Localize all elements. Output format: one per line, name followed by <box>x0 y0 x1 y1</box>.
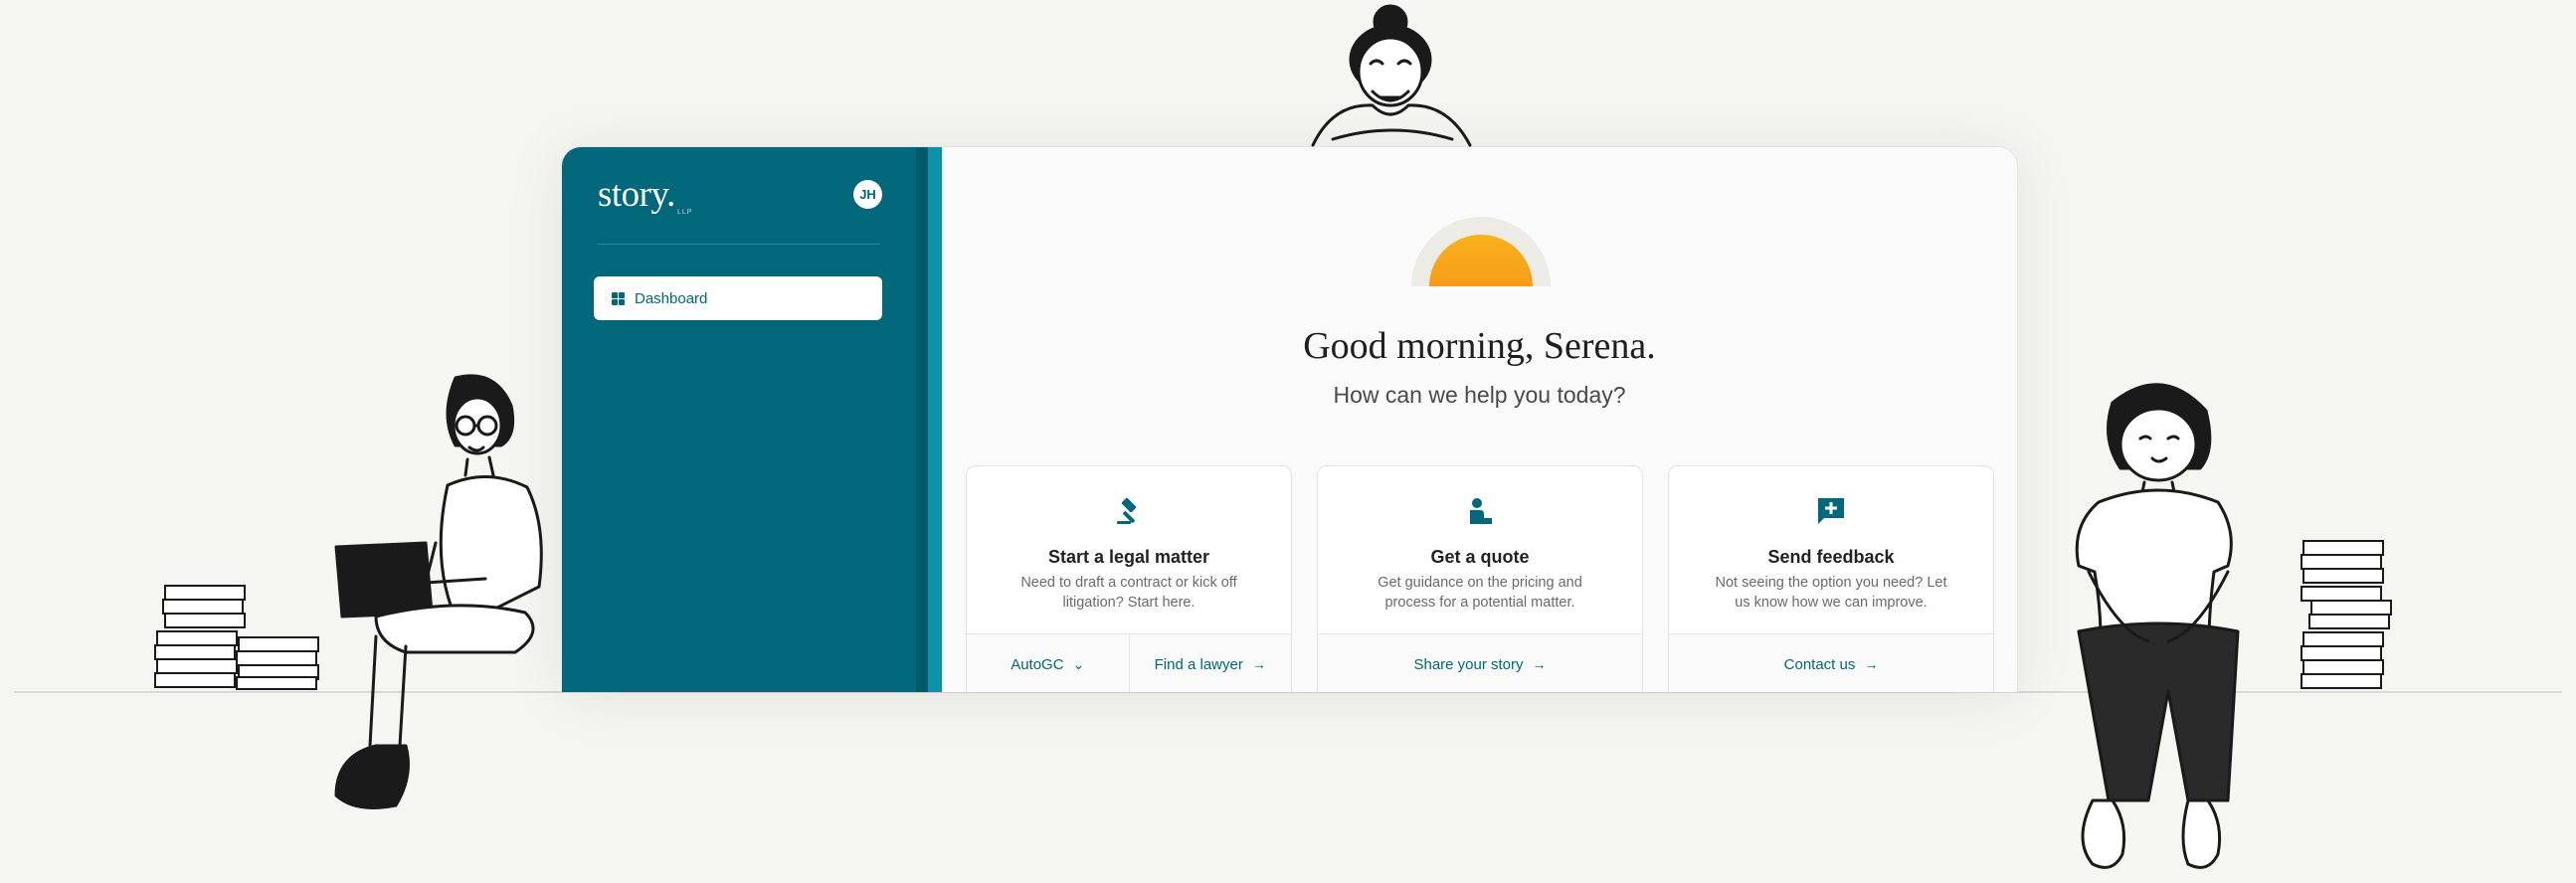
card-send-feedback: Send feedback Not seeing the option you … <box>1668 465 1994 692</box>
sidebar: story. LLP JH Dashboard <box>562 147 916 692</box>
action-label: Share your story <box>1413 655 1524 673</box>
card-title: Start a legal matter <box>1047 547 1210 567</box>
action-label: Contact us <box>1783 655 1856 673</box>
dashboard-icon <box>612 291 625 305</box>
card-title: Send feedback <box>1767 547 1895 567</box>
autogc-dropdown-button[interactable]: AutoGC ⌄ <box>967 634 1129 692</box>
user-avatar[interactable]: JH <box>853 180 882 209</box>
gavel-icon <box>1117 497 1137 524</box>
greeting-subheading: How can we help you today? <box>1333 382 1626 408</box>
contact-us-button[interactable]: Contact us → <box>1669 634 1993 692</box>
find-a-lawyer-button[interactable]: Find a lawyer → <box>1128 634 1292 692</box>
quote-person-icon <box>1470 498 1492 524</box>
app-window: story. LLP JH Dashboard Good morning, Se… <box>561 146 2018 692</box>
brand-logo[interactable]: story. <box>598 173 675 216</box>
feedback-plus-icon <box>1818 498 1844 524</box>
card-description: Need to draft a contract or kick off lit… <box>1020 575 1237 611</box>
brand-logo-subtitle: LLP <box>677 209 693 216</box>
standing-person-illustration <box>2075 383 2240 869</box>
peeking-woman-illustration <box>1311 4 1472 147</box>
arrow-right-icon: → <box>1251 656 1266 672</box>
arrow-right-icon: → <box>1532 656 1547 672</box>
money-stack-right-illustration <box>2300 540 2392 689</box>
card-start-legal-matter: Start a legal matter Need to draft a con… <box>966 465 1292 692</box>
share-your-story-button[interactable]: Share your story → <box>1318 634 1642 692</box>
sidebar-item-dashboard[interactable]: Dashboard <box>594 276 882 320</box>
action-label: AutoGC <box>1011 655 1064 673</box>
sidebar-edge-accent <box>928 147 942 692</box>
laptop-person-illustration <box>334 374 543 809</box>
greeting-title: Good morning, Serena. <box>1303 325 1656 367</box>
arrow-right-icon: → <box>1864 656 1879 672</box>
chevron-down-icon: ⌄ <box>1072 655 1085 672</box>
action-label: Find a lawyer <box>1154 655 1243 673</box>
money-stack-left-illustration <box>154 585 319 690</box>
card-description: Get guidance on the pricing and process … <box>1378 575 1582 611</box>
sidebar-divider <box>598 244 880 245</box>
main-content: Good morning, Serena. How can we help yo… <box>942 147 2017 692</box>
sidebar-item-label: Dashboard <box>635 289 708 307</box>
sunrise-icon <box>1411 217 1551 286</box>
card-title: Get a quote <box>1430 547 1530 567</box>
sidebar-edge <box>916 147 928 692</box>
card-get-a-quote: Get a quote Get guidance on the pricing … <box>1317 465 1643 692</box>
card-description: Not seeing the option you need? Let us k… <box>1715 575 1947 611</box>
